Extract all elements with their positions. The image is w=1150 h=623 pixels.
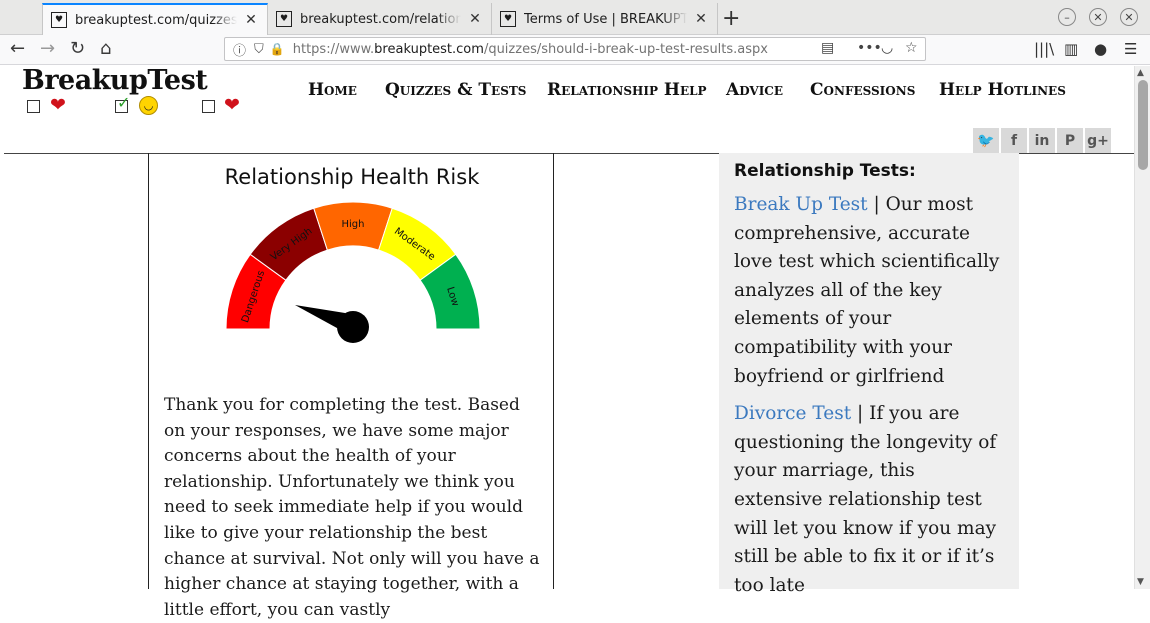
sidebar-item-break-up-test: Break Up Test | Our most comprehensive, … (734, 191, 1004, 391)
page-scrollbar[interactable]: ▲ ▼ (1134, 66, 1150, 589)
close-window-icon[interactable]: ✕ (1120, 8, 1138, 26)
sidebar-item-description: | If you are questioning the longevity o… (734, 403, 997, 596)
browser-tab-bar: ♥ breakuptest.com/quizzes/sho ✕ ♥ breaku… (0, 0, 1150, 35)
pocket-icon[interactable]: ◡ (881, 40, 893, 56)
browser-tab-2[interactable]: ♥ breakuptest.com/relationshi ✕ (268, 3, 492, 35)
url-bar[interactable]: ⓘ ⛉ 🔒 https://www.breakuptest.com/quizze… (224, 37, 926, 61)
checkbox-icon (202, 100, 215, 113)
sidebar-icon[interactable]: ▥ (1064, 40, 1078, 58)
shield-icon[interactable]: ⛉ (254, 42, 264, 57)
nav-quizzes-tests[interactable]: Quizzes & Tests (385, 80, 526, 100)
facebook-icon[interactable]: f (1001, 128, 1027, 153)
back-icon[interactable]: ← (10, 38, 25, 59)
result-panel: Relationship Health Risk Dangerous Very H… (148, 153, 554, 620)
nav-relationship-help[interactable]: Relationship Help (547, 80, 707, 100)
account-icon[interactable]: ● (1094, 40, 1107, 58)
scroll-down-icon[interactable]: ▼ (1137, 577, 1144, 587)
home-icon[interactable]: ⌂ (100, 38, 111, 59)
bookmark-star-icon[interactable]: ☆ (905, 40, 918, 56)
site-favicon-icon: ♥ (51, 12, 67, 28)
smiley-icon: ◡ (139, 96, 158, 115)
lock-icon[interactable]: 🔒 (270, 42, 285, 56)
tab-title: Terms of Use | BREAKUPTES (524, 11, 687, 27)
browser-nav-bar: ← → ↻ ⌂ ⓘ ⛉ 🔒 https://www.breakuptest.co… (0, 35, 1150, 65)
new-tab-icon[interactable]: + (722, 6, 740, 31)
menu-icon[interactable]: ☰ (1124, 40, 1137, 58)
divorce-test-link[interactable]: Divorce Test (734, 403, 851, 424)
tab-title: breakuptest.com/relationshi (300, 11, 461, 27)
nav-help-hotlines[interactable]: Help Hotlines (939, 80, 1066, 100)
scroll-up-icon[interactable]: ▲ (1137, 68, 1144, 78)
pinterest-icon[interactable]: P (1057, 128, 1083, 153)
info-icon[interactable]: ⓘ (233, 40, 246, 59)
gauge-needle-hub (337, 311, 369, 343)
linkedin-icon[interactable]: in (1029, 128, 1055, 153)
heart-icon: ❤ (50, 94, 66, 116)
page-actions-icon[interactable]: ••• (857, 40, 882, 56)
close-tab-icon[interactable]: ✕ (693, 11, 709, 27)
result-title: Relationship Health Risk (224, 165, 480, 189)
twitter-icon[interactable]: 🐦 (973, 128, 999, 153)
site-logo[interactable]: BreakupTest ❤ ✓ ◡ ❤ (22, 67, 254, 116)
site-favicon-icon: ♥ (276, 11, 292, 27)
googleplus-icon[interactable]: g+ (1085, 128, 1111, 153)
gauge-label: High (342, 219, 365, 230)
maximize-icon[interactable]: ✕ (1089, 8, 1107, 26)
sidebar-item-divorce-test: Divorce Test | If you are questioning th… (734, 400, 1004, 600)
reload-icon[interactable]: ↻ (70, 38, 85, 59)
sidebar-title: Relationship Tests: (734, 161, 916, 181)
url-text: https://www.breakuptest.com/quizzes/shou… (292, 41, 768, 57)
nav-confessions[interactable]: Confessions (810, 80, 915, 100)
minimize-icon[interactable]: – (1058, 8, 1076, 26)
checkmark-icon: ✓ (117, 93, 131, 112)
logo-icons: ❤ ✓ ◡ ❤ (22, 93, 254, 116)
library-icon[interactable]: |||\ (1034, 40, 1054, 58)
heart-icon: ❤ (224, 94, 240, 116)
checkbox-icon (27, 100, 40, 113)
browser-tab-3[interactable]: ♥ Terms of Use | BREAKUPTES ✕ (492, 3, 718, 35)
scrollbar-thumb[interactable] (1138, 80, 1148, 170)
close-tab-icon[interactable]: ✕ (467, 11, 483, 27)
forward-icon[interactable]: → (40, 38, 55, 59)
sidebar-item-description: | Our most comprehensive, accurate love … (734, 194, 1000, 387)
site-favicon-icon: ♥ (500, 11, 516, 27)
risk-gauge: DangerousVery HighHighModerateLow (225, 201, 481, 343)
browser-tab-1[interactable]: ♥ breakuptest.com/quizzes/sho ✕ (42, 3, 268, 35)
sidebar-relationship-tests: Relationship Tests: Break Up Test | Our … (719, 153, 1019, 596)
close-tab-icon[interactable]: ✕ (243, 12, 259, 28)
nav-advice[interactable]: Advice (726, 80, 783, 100)
tab-title: breakuptest.com/quizzes/sho (75, 12, 237, 28)
reader-view-icon[interactable]: ▤ (821, 40, 834, 56)
logo-text: BreakupTest (22, 65, 208, 96)
nav-home[interactable]: Home (308, 80, 357, 100)
break-up-test-link[interactable]: Break Up Test (734, 194, 868, 215)
